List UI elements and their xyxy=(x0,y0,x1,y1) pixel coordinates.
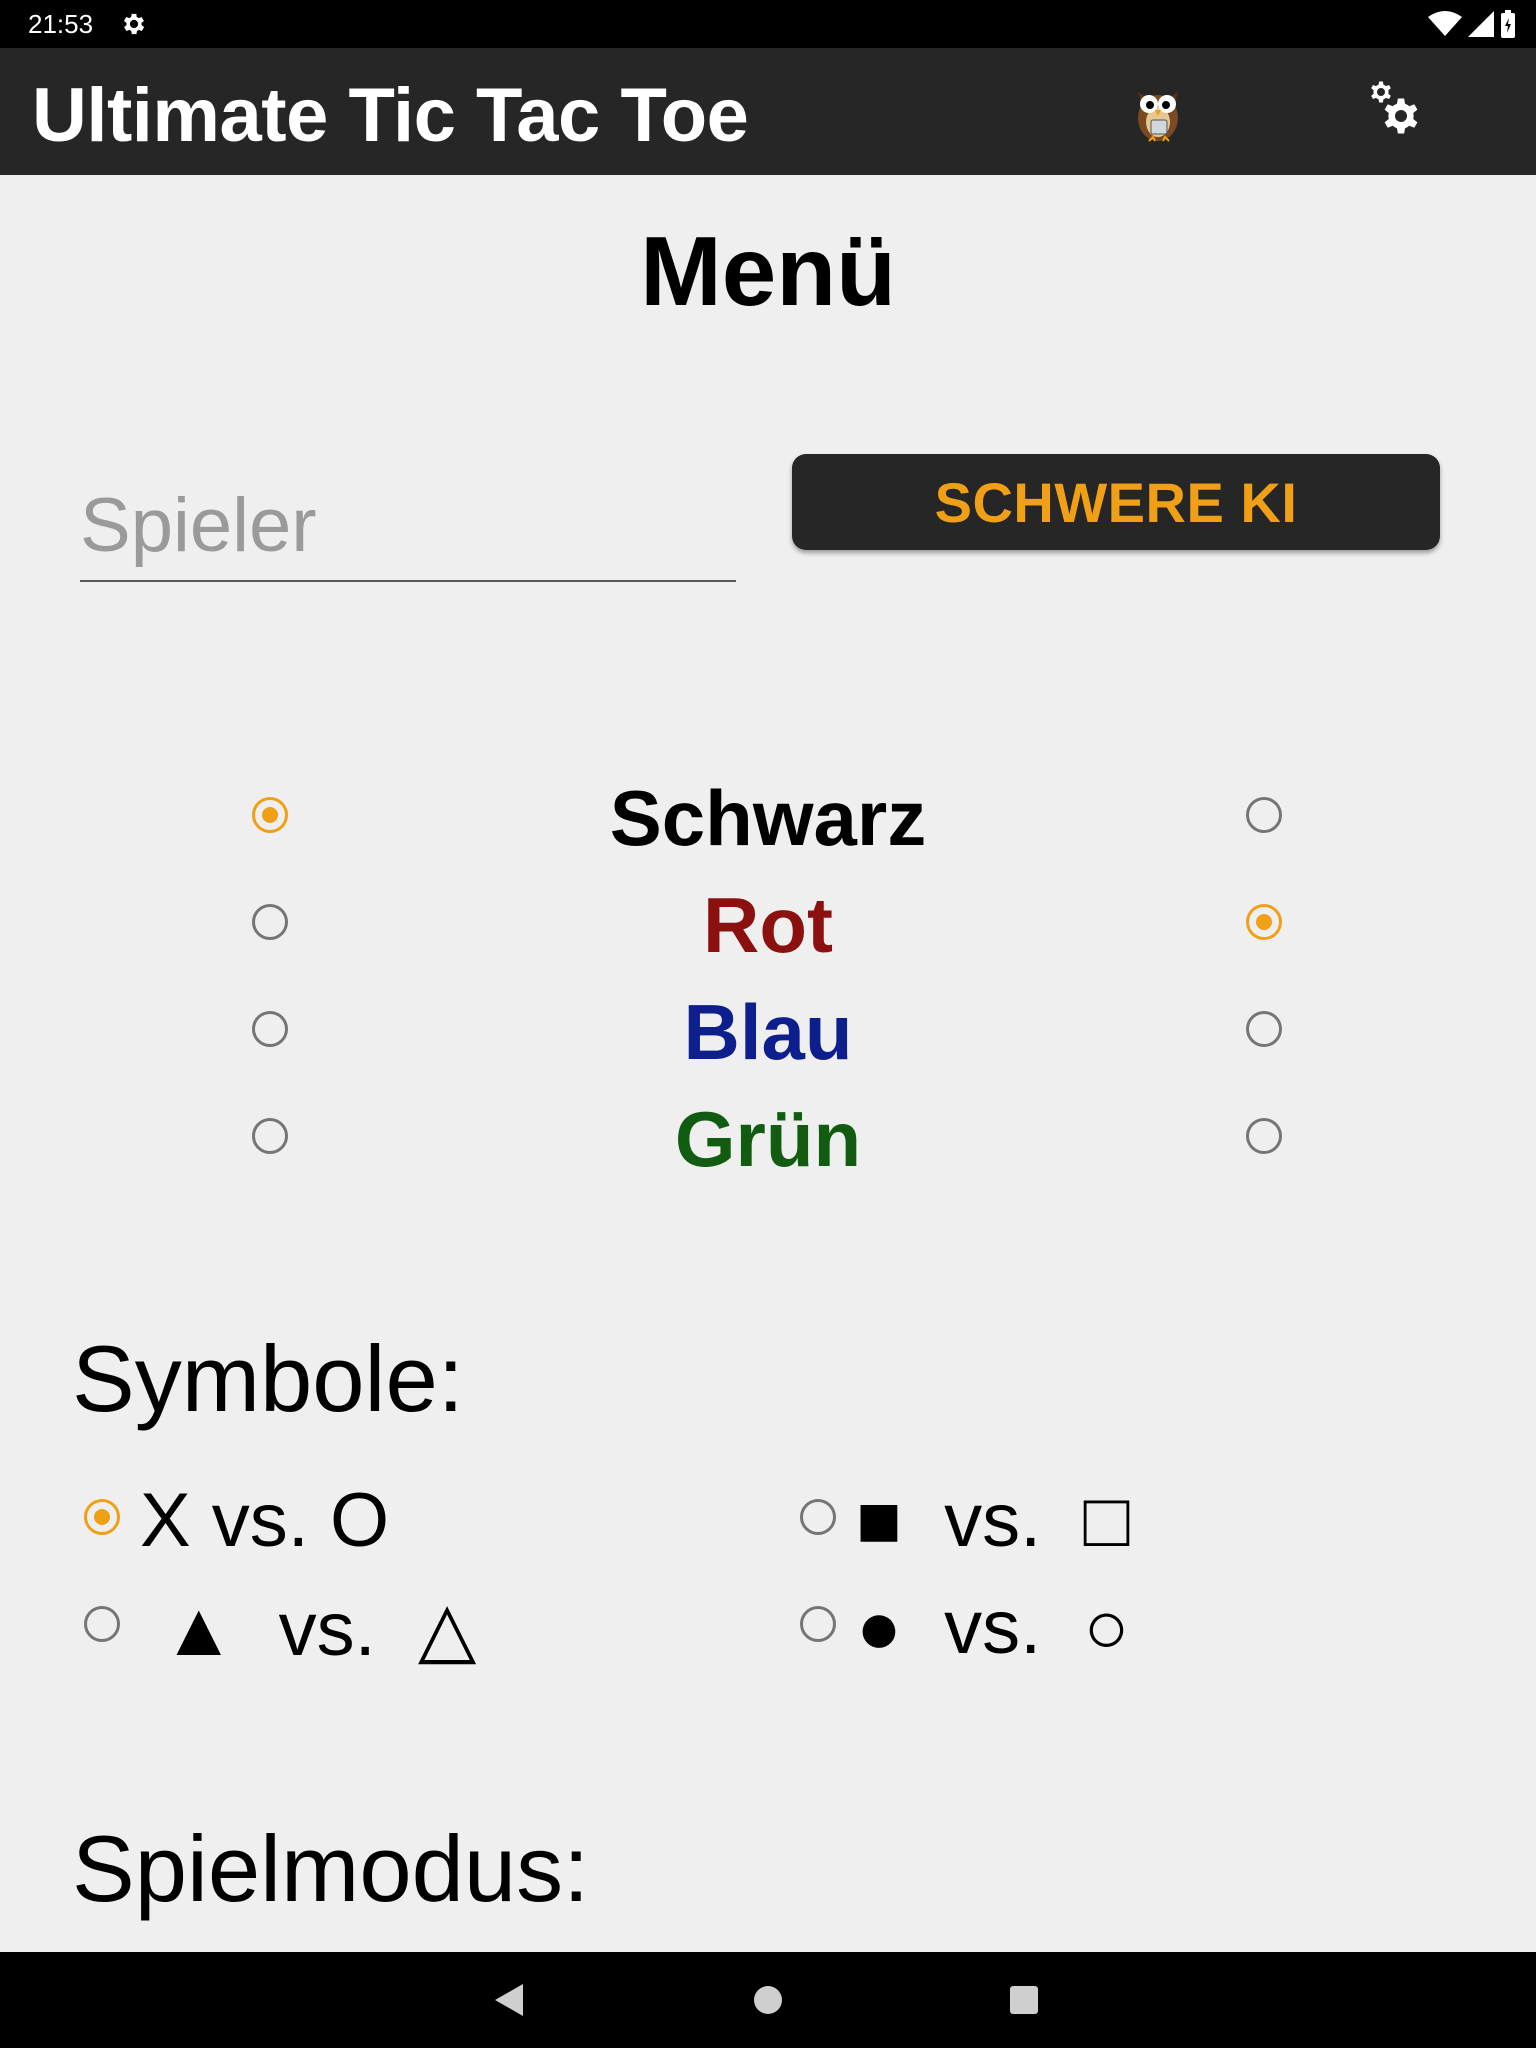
color-row-rot: Rot xyxy=(0,872,1536,972)
color-label-schwarz: Schwarz xyxy=(609,774,927,862)
wifi-icon xyxy=(1428,11,1462,36)
color-row-blau: Blau xyxy=(0,979,1536,1079)
color-label-gruen: Grün xyxy=(674,1095,862,1183)
color-row-gruen: Grün xyxy=(0,1086,1536,1186)
status-time: 21:53 xyxy=(28,9,94,39)
owl-icon[interactable] xyxy=(1125,78,1191,144)
recents-icon[interactable] xyxy=(1010,1986,1038,2014)
app-title: Ultimate Tic Tac Toe xyxy=(32,73,749,158)
symbol-radio-triangle[interactable] xyxy=(84,1606,120,1642)
signal-icon xyxy=(1468,11,1494,37)
ai-difficulty-label: SCHWERE KI xyxy=(934,470,1298,534)
home-icon[interactable] xyxy=(754,1986,782,2014)
player2-color-radio-gruen[interactable] xyxy=(1246,1118,1282,1154)
symbol-label-circle: ● vs. ○ xyxy=(856,1585,1130,1670)
app-bar: Ultimate Tic Tac Toe xyxy=(0,48,1536,175)
status-icons xyxy=(1428,10,1516,38)
status-bar: 21:53 xyxy=(0,0,1536,48)
settings-gear-icon[interactable] xyxy=(1365,78,1435,148)
player2-color-radio-blau[interactable] xyxy=(1246,1011,1282,1047)
ai-difficulty-button[interactable]: SCHWERE KI xyxy=(792,454,1440,550)
battery-icon xyxy=(1501,10,1515,38)
menu-title: Menü xyxy=(640,216,896,326)
color-row-schwarz: Schwarz xyxy=(0,765,1536,865)
symbol-option-square[interactable]: ■ vs. □ xyxy=(800,1477,1400,1567)
navigation-bar xyxy=(0,1952,1536,2048)
symbols-heading: Symbole: xyxy=(72,1326,464,1431)
symbol-radio-x-o[interactable] xyxy=(84,1499,120,1535)
player-name-input[interactable] xyxy=(80,470,736,582)
symbol-option-x-o[interactable]: X vs. O xyxy=(84,1477,684,1567)
symbol-label-square: ■ vs. □ xyxy=(856,1478,1130,1563)
game-mode-heading: Spielmodus: xyxy=(72,1816,590,1921)
player2-color-radio-rot[interactable] xyxy=(1246,904,1282,940)
settings-notification-icon xyxy=(120,10,148,43)
back-icon[interactable] xyxy=(493,1982,525,2023)
symbol-label-x-o: X vs. O xyxy=(140,1478,390,1563)
color-label-blau: Blau xyxy=(683,988,853,1076)
symbol-option-circle[interactable]: ● vs. ○ xyxy=(800,1584,1400,1674)
symbol-radio-square[interactable] xyxy=(800,1499,836,1535)
player2-color-radio-schwarz[interactable] xyxy=(1246,797,1282,833)
symbol-option-triangle[interactable]: ▲ vs. △ xyxy=(84,1584,684,1674)
symbol-radio-circle[interactable] xyxy=(800,1606,836,1642)
color-label-rot: Rot xyxy=(703,881,833,969)
symbol-label-triangle: ▲ vs. △ xyxy=(140,1587,477,1672)
